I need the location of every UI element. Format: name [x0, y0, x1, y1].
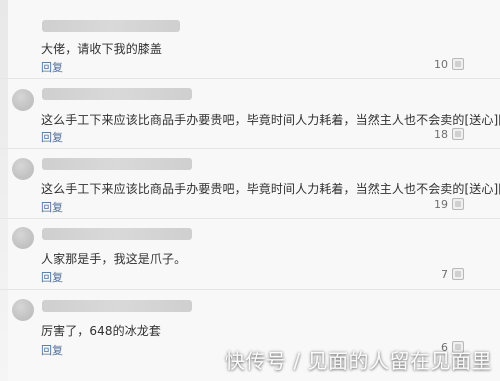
username-placeholder — [42, 300, 192, 312]
comment-text: 大佬，请收下我的膝盖 — [41, 42, 163, 56]
comment-text: 这么手工下来应该比商品手办要贵吧，毕竟时间人力耗着，当然主人也不会卖的[送心][… — [41, 113, 500, 127]
like-count: 7 — [441, 268, 448, 281]
like-count: 10 — [434, 58, 448, 71]
username-placeholder — [42, 158, 192, 170]
comment-item: 大佬，请收下我的膝盖 回复 10 — [0, 0, 500, 79]
comment-text: 厉害了，648的冰龙套 — [41, 324, 162, 338]
avatar[interactable] — [12, 227, 34, 249]
comment-item: 人家那是手，我这是爪子。 回复 7 — [0, 219, 500, 290]
avatar[interactable] — [12, 158, 34, 180]
avatar[interactable] — [12, 299, 34, 321]
reply-link[interactable]: 回复 — [41, 129, 63, 145]
watermark-text: 快传号 / 见面的人留在见面里 — [225, 349, 492, 373]
comment-divider — [0, 148, 500, 149]
like-icon[interactable] — [452, 128, 464, 140]
like-icon[interactable] — [452, 198, 464, 210]
like-count: 18 — [434, 128, 448, 141]
like-icon[interactable] — [452, 58, 464, 70]
comment-item: 这么手工下来应该比商品手办要贵吧，毕竟时间人力耗着，当然主人也不会卖的[送心][… — [0, 79, 500, 149]
comment-text: 人家那是手，我这是爪子。 — [41, 252, 187, 266]
like-icon[interactable] — [452, 268, 464, 280]
avatar[interactable] — [12, 89, 34, 111]
comment-screen: 大佬，请收下我的膝盖 回复 10 这么手工下来应该比商品手办要贵吧，毕竟时间人力… — [0, 0, 500, 381]
username-placeholder — [42, 88, 192, 100]
comment-divider — [0, 289, 500, 290]
like-count: 19 — [434, 198, 448, 211]
reply-link[interactable]: 回复 — [41, 269, 63, 285]
reply-link[interactable]: 回复 — [41, 199, 63, 215]
comment-list: 大佬，请收下我的膝盖 回复 10 这么手工下来应该比商品手办要贵吧，毕竟时间人力… — [0, 0, 500, 381]
reply-link[interactable]: 回复 — [41, 59, 63, 75]
comment-item: 这么手工下来应该比商品手办要贵吧，毕竟时间人力耗着，当然主人也不会卖的[送心][… — [0, 150, 500, 219]
reply-link[interactable]: 回复 — [41, 342, 63, 358]
username-placeholder — [42, 20, 180, 32]
username-placeholder — [42, 228, 192, 240]
comment-text: 这么手工下来应该比商品手办要贵吧，毕竟时间人力耗着，当然主人也不会卖的[送心][… — [41, 182, 500, 196]
